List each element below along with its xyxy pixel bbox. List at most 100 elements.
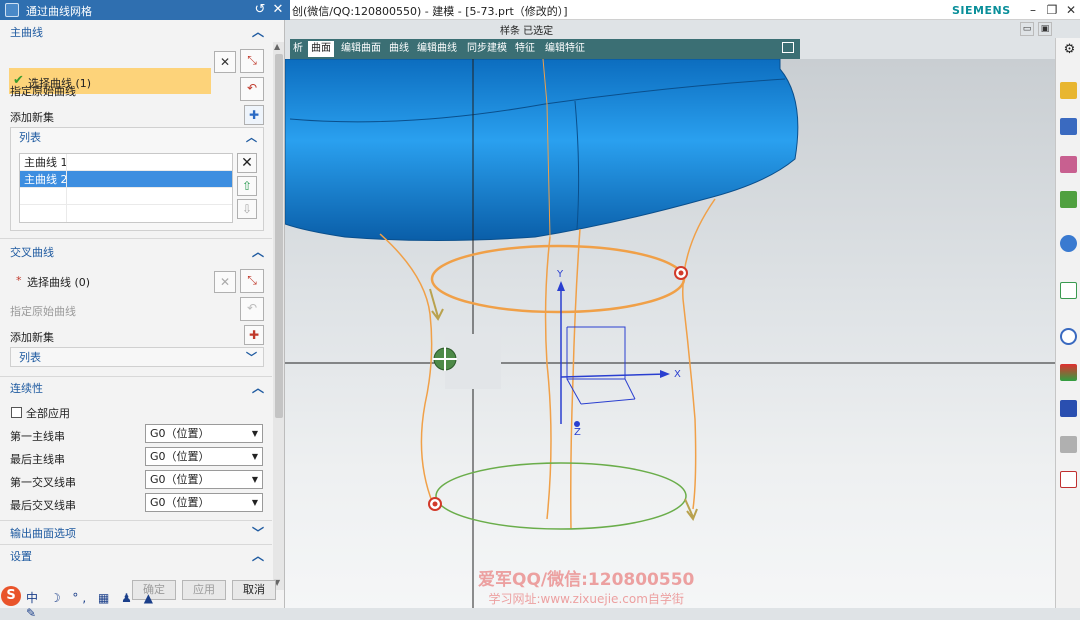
list-item[interactable]: 主曲线 1 — [20, 154, 232, 171]
brand-logo: SIEMENS — [952, 4, 1011, 17]
add-set-icon[interactable]: ✚ — [244, 105, 264, 125]
reset-icon[interactable]: ↺ — [252, 1, 268, 19]
close-icon[interactable]: ✕ — [270, 1, 286, 19]
assembly-navigator-icon[interactable] — [1060, 82, 1077, 99]
list-item[interactable]: 主曲线 2 — [20, 171, 232, 188]
watermark: 爱军QQ/微信:120800550 学习网址:www.zixuejie.com自… — [478, 565, 694, 607]
dialog-icon — [5, 3, 19, 17]
required-asterisk-icon: * — [16, 274, 22, 287]
ribbon-menu: 析 曲面 编辑曲面 曲线 编辑曲线 同步建模 特征 编辑特征 — [290, 39, 800, 59]
chevron-up-icon[interactable]: ︿ — [246, 128, 257, 148]
section-settings[interactable]: 设置 ︿ — [0, 546, 272, 567]
dropdown-arrow-icon: ▼ — [251, 452, 258, 461]
ribbon-pin-icon[interactable] — [782, 42, 794, 53]
last-cross-continuity-select[interactable]: G0（位置） ▼ — [145, 493, 263, 512]
dropdown-arrow-icon: ▼ — [251, 498, 258, 507]
curve-select-icon[interactable]: ⤡ — [240, 269, 264, 293]
apply-button[interactable]: 应用 — [182, 580, 226, 600]
reverse-direction-icon[interactable]: ✕ — [214, 271, 236, 293]
chevron-down-icon[interactable]: ﹀ — [246, 348, 257, 368]
primary-list-group: 列表 ︿ 主曲线 1 主曲线 2 ✕ ⇧ ⇩ — [10, 127, 264, 231]
ime-tools[interactable]: 中 ☽ °, ▦ ♟ ▲ ✎ — [26, 589, 170, 620]
remove-icon[interactable]: ✕ — [237, 153, 257, 173]
dialog-title-bar: 通过曲线网格 ↺ ✕ — [0, 0, 290, 20]
section-primary-curves[interactable]: 主曲线 ︿ — [0, 22, 272, 43]
minimize-icon[interactable]: – — [1024, 1, 1042, 19]
origin-curve-icon[interactable]: ↶ — [240, 297, 264, 321]
select-value: G0（位置） — [150, 473, 210, 486]
scroll-thumb[interactable] — [275, 54, 283, 418]
web-browser-icon[interactable] — [1060, 282, 1077, 299]
watermark-line-2: 学习网址:www.zixuejie.com自学街 — [488, 592, 684, 606]
selection-status: 样条 已选定 — [500, 26, 554, 37]
tab-edit-feature[interactable]: 编辑特征 — [542, 41, 588, 57]
layout-icon[interactable]: ▣ — [1038, 22, 1052, 36]
list-header-label: 列表 — [19, 351, 41, 364]
continuity-label: 第一交叉线串 — [10, 476, 76, 489]
gear-icon[interactable]: ⚙ — [1061, 42, 1078, 59]
continuity-label: 最后交叉线串 — [10, 499, 76, 512]
select-value: G0（位置） — [150, 496, 210, 509]
primary-curve-list[interactable]: 主曲线 1 主曲线 2 — [19, 153, 233, 223]
model-canvas[interactable]: Y X Z — [285, 59, 1055, 608]
select-value: G0（位置） — [150, 450, 210, 463]
constraint-navigator-icon[interactable] — [1060, 118, 1077, 135]
chevron-down-icon[interactable]: ﹀ — [252, 523, 264, 544]
manufacturing-icon[interactable] — [1060, 436, 1077, 453]
restore-icon[interactable]: ❐ — [1043, 1, 1061, 19]
dialog-scrollbar[interactable]: ▲ ▼ — [273, 42, 284, 590]
first-primary-continuity-select[interactable]: G0（位置） ▼ — [145, 424, 263, 443]
through-curve-mesh-dialog: ▲ ▼ 主曲线 ︿ ✔ 选择曲线 (1) ✕ ⤡ 指定原始曲线 ↶ 添加新集 ✚… — [0, 20, 285, 608]
apply-all-checkbox[interactable] — [11, 407, 22, 418]
chevron-up-icon[interactable]: ︿ — [252, 378, 264, 399]
curve-select-icon[interactable]: ⤡ — [240, 49, 264, 73]
cancel-button[interactable]: 取消 — [232, 580, 276, 600]
part-navigator-icon[interactable] — [1060, 156, 1077, 173]
move-down-icon[interactable]: ⇩ — [237, 199, 257, 219]
history-icon[interactable] — [1060, 328, 1077, 345]
list-header[interactable]: 列表 ︿ — [11, 128, 263, 148]
sogou-logo-icon[interactable]: S — [1, 586, 21, 606]
last-primary-continuity-select[interactable]: G0（位置） ▼ — [145, 447, 263, 466]
tab-edit-surface[interactable]: 编辑曲面 — [338, 41, 384, 57]
specify-origin-label: 指定原始曲线 — [10, 305, 76, 318]
tab-edit-curve[interactable]: 编辑曲线 — [414, 41, 460, 57]
section-cross-curves[interactable]: 交叉曲线 ︿ — [0, 242, 272, 263]
section-output-options[interactable]: 输出曲面选项 ﹀ — [0, 523, 272, 544]
first-cross-continuity-select[interactable]: G0（位置） ▼ — [145, 470, 263, 489]
tab-feature[interactable]: 特征 — [512, 41, 538, 57]
list-header[interactable]: 列表 ﹀ — [11, 348, 263, 368]
section-title: 设置 — [10, 550, 32, 563]
origin-curve-icon[interactable]: ↶ — [240, 77, 264, 101]
select-value: G0（位置） — [150, 427, 210, 440]
tab-sync-modeling[interactable]: 同步建模 — [464, 41, 510, 57]
tab-curve[interactable]: 曲线 — [386, 41, 412, 57]
section-title: 主曲线 — [10, 26, 43, 39]
ime-toolbar[interactable]: S 中 ☽ °, ▦ ♟ ▲ ✎ — [0, 586, 170, 620]
add-set-icon[interactable]: ✚ — [244, 325, 264, 345]
cross-list-group[interactable]: 列表 ﹀ — [10, 347, 264, 367]
tab-surface[interactable]: 曲面 — [308, 41, 334, 57]
palette-icon[interactable] — [1060, 364, 1077, 381]
view-icon[interactable]: ▭ — [1020, 22, 1034, 36]
scroll-up-icon[interactable]: ▲ — [274, 42, 280, 51]
list-item-empty — [20, 188, 232, 205]
process-studio-icon[interactable] — [1060, 400, 1077, 417]
chevron-up-icon[interactable]: ︿ — [252, 546, 264, 567]
graphics-viewport[interactable]: Y X Z — [285, 59, 1055, 608]
roles-icon[interactable] — [1060, 471, 1077, 488]
section-title: 连续性 — [10, 382, 43, 395]
info-icon[interactable] — [1060, 235, 1077, 252]
select-cross-curve-label[interactable]: 选择曲线 (0) — [27, 274, 90, 290]
chevron-up-icon[interactable]: ︿ — [252, 22, 264, 43]
window-close-icon[interactable]: ✕ — [1062, 1, 1080, 19]
tab-analysis[interactable]: 析 — [290, 41, 306, 57]
dropdown-arrow-icon: ▼ — [251, 429, 258, 438]
move-up-icon[interactable]: ⇧ — [237, 176, 257, 196]
dropdown-arrow-icon: ▼ — [251, 475, 258, 484]
reverse-direction-icon[interactable]: ✕ — [214, 51, 236, 73]
section-continuity[interactable]: 连续性 ︿ — [0, 378, 272, 399]
reuse-library-icon[interactable] — [1060, 191, 1077, 208]
list-header-label: 列表 — [19, 131, 41, 144]
chevron-up-icon[interactable]: ︿ — [252, 242, 264, 263]
